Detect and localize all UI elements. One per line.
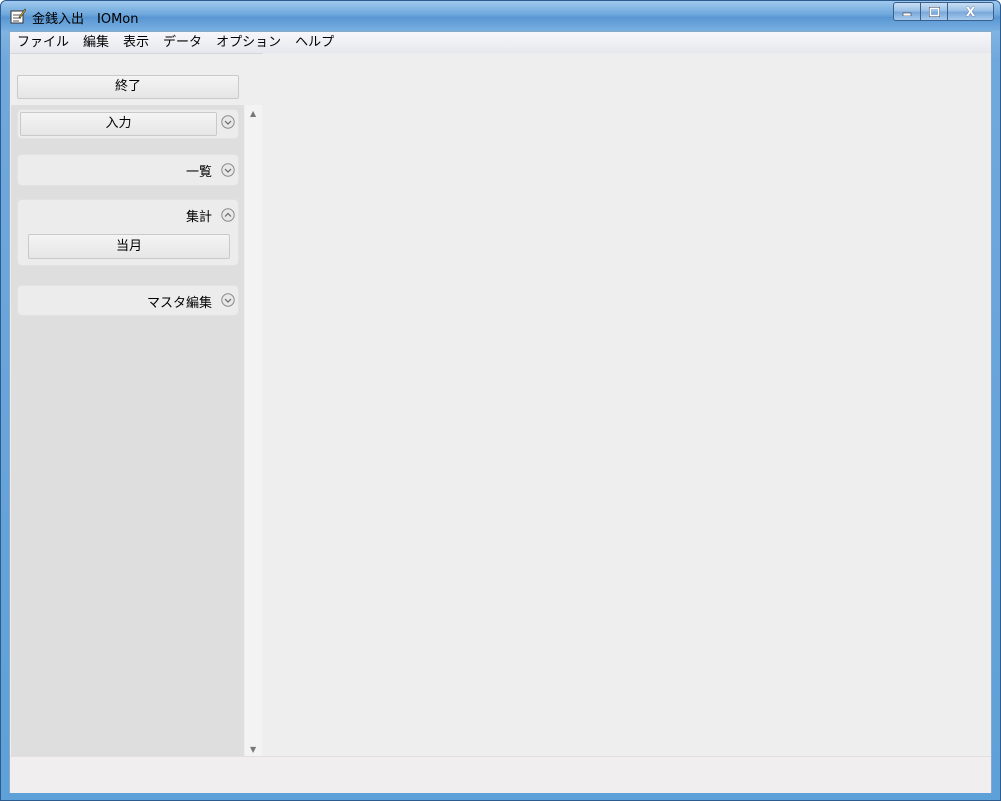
- close-button[interactable]: X: [947, 2, 994, 21]
- main-content-area: [263, 53, 991, 756]
- exit-button[interactable]: 終了: [17, 75, 239, 99]
- group-list: 一覧: [17, 154, 239, 186]
- menu-edit[interactable]: 編集: [76, 32, 116, 53]
- maximize-button[interactable]: [920, 2, 947, 21]
- navigation-panel: 入力 一覧 集計 当月 マスタ編集: [11, 105, 244, 756]
- sidebar-scrollbar[interactable]: ▲ ▼: [245, 105, 262, 756]
- expand-chevron-icon[interactable]: [221, 115, 235, 129]
- menu-file[interactable]: ファイル: [10, 32, 76, 53]
- app-icon[interactable]: [10, 8, 26, 24]
- title-bar[interactable]: 金銭入出 IOMon X: [1, 1, 1000, 31]
- menu-bar: ファイル 編集 表示 データ オプション ヘルプ: [10, 32, 991, 54]
- window-title: 金銭入出 IOMon: [32, 12, 139, 27]
- maximize-icon: [928, 6, 940, 17]
- close-icon: X: [965, 4, 976, 19]
- current-month-button[interactable]: 当月: [28, 234, 230, 259]
- group-title-summary[interactable]: 集計: [186, 206, 212, 225]
- menu-view[interactable]: 表示: [116, 32, 156, 53]
- scroll-down-arrow-icon[interactable]: ▼: [250, 745, 256, 754]
- group-input: 入力: [17, 109, 239, 139]
- caption-buttons: X: [893, 2, 994, 22]
- client-area: ファイル 編集 表示 データ オプション ヘルプ 終了 入力 一覧 集計 当月 …: [9, 31, 992, 793]
- input-button[interactable]: 入力: [20, 112, 217, 136]
- menu-data[interactable]: データ: [156, 32, 209, 53]
- status-bar: [10, 756, 991, 793]
- expand-chevron-icon[interactable]: [221, 163, 235, 177]
- group-title-list[interactable]: 一覧: [186, 161, 212, 180]
- group-summary: 集計 当月: [17, 199, 239, 266]
- expand-chevron-icon[interactable]: [221, 293, 235, 307]
- minimize-button[interactable]: [893, 2, 920, 21]
- group-title-master-edit[interactable]: マスタ編集: [147, 292, 212, 311]
- group-master-edit: マスタ編集: [17, 285, 239, 316]
- menu-help[interactable]: ヘルプ: [288, 32, 341, 53]
- collapse-chevron-icon[interactable]: [221, 208, 235, 222]
- scroll-up-arrow-icon[interactable]: ▲: [250, 109, 256, 118]
- application-window: 金銭入出 IOMon X ファイル 編集 表示 データ オプション ヘルプ 終了: [0, 0, 1001, 801]
- minimize-icon: [902, 12, 912, 16]
- menu-options[interactable]: オプション: [209, 32, 288, 53]
